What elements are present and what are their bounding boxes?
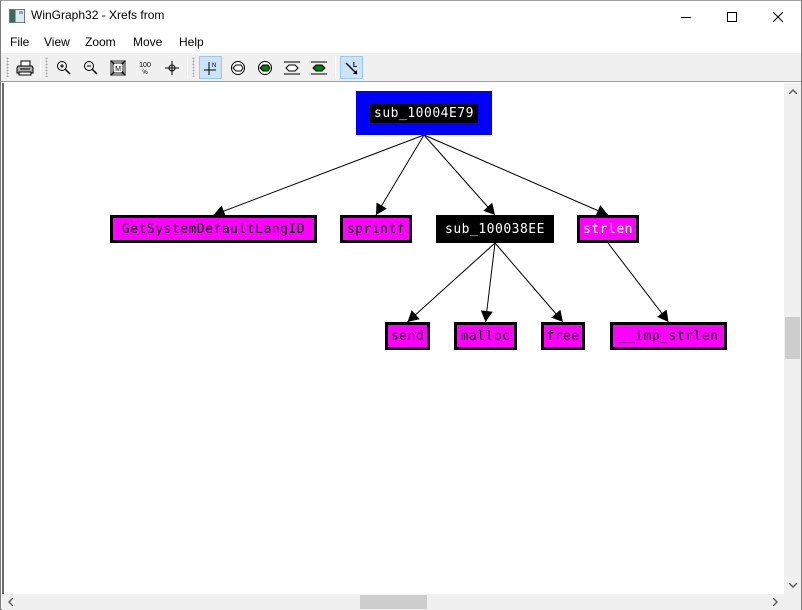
menu-help[interactable]: Help (179, 35, 204, 49)
layout-boxed-filled-button[interactable] (307, 56, 330, 79)
close-icon (773, 11, 783, 22)
toolbar-separator (335, 56, 336, 78)
graph-canvas[interactable]: sub_10004E79 GetSystemDefaultLangID spri… (2, 83, 784, 594)
minimize-button[interactable] (663, 1, 709, 32)
graph-edge-root-n2 (375, 134, 425, 216)
svg-text:L: L (352, 62, 357, 69)
vertical-scrollbar[interactable] (784, 83, 801, 594)
graph-layout-icon (230, 60, 245, 75)
zoom-100-icon: 100 % (139, 62, 151, 76)
menu-view[interactable]: View (44, 35, 70, 49)
graph-edge-arrowhead (657, 309, 669, 322)
scroll-up-button[interactable] (784, 83, 801, 100)
title-bar: WinGraph32 - Xrefs from (1, 1, 801, 32)
graph-layout-button[interactable] (226, 56, 249, 79)
menu-bar: File View Zoom Move Help (1, 32, 801, 53)
minimize-icon (681, 16, 691, 18)
center-icon (164, 60, 179, 75)
chevron-down-icon (788, 583, 797, 588)
graph-edge-arrowhead (407, 310, 420, 322)
scroll-right-button[interactable] (767, 594, 784, 610)
print-button[interactable] (13, 56, 36, 79)
center-button[interactable] (160, 56, 183, 79)
graph-edge-root-n4 (423, 134, 609, 216)
graph-layout-filled-button[interactable] (253, 56, 276, 79)
graph-node-sprintf[interactable]: sprintf (340, 215, 412, 243)
graph-edge-n4-n8 (607, 242, 669, 323)
fit-window-button[interactable]: M (106, 56, 129, 79)
svg-text:100: 100 (139, 62, 151, 69)
scroll-down-button[interactable] (784, 577, 801, 594)
graph-edge-root-n3 (423, 134, 496, 216)
horizontal-scroll-thumb[interactable] (360, 595, 427, 609)
svg-text:M: M (115, 66, 121, 73)
svg-text:%: % (142, 70, 148, 76)
scroll-left-button[interactable] (2, 594, 19, 610)
graph-edge-n3-n7 (494, 242, 564, 323)
graph-edge-arrowhead (483, 202, 495, 215)
toolbar-separator (187, 56, 188, 78)
close-button[interactable] (755, 1, 801, 32)
app-window: WinGraph32 - Xrefs from File View Zoom M… (0, 0, 802, 610)
maximize-icon (727, 11, 737, 22)
menu-zoom[interactable]: Zoom (85, 35, 116, 49)
chevron-left-icon (8, 598, 13, 606)
zoom-out-button[interactable] (79, 56, 102, 79)
zoom-in-button[interactable] (52, 56, 75, 79)
horizontal-scrollbar[interactable] (2, 594, 784, 610)
north-mode-button[interactable]: N (199, 56, 222, 79)
graph-edge-n3-n6 (485, 242, 496, 323)
fit-window-icon: M (109, 59, 126, 76)
line-mode-icon: L (344, 62, 357, 75)
graph-edge-root-n1 (213, 134, 425, 216)
window-title: WinGraph32 - Xrefs from (31, 8, 165, 22)
toolbar-grip[interactable] (192, 57, 195, 77)
vertical-scroll-thumb[interactable] (785, 317, 800, 359)
toolbar-grip[interactable] (45, 57, 48, 77)
graph-node-strlen[interactable]: strlen (577, 215, 639, 243)
layout-boxed-button[interactable] (280, 56, 303, 79)
print-icon (16, 60, 33, 75)
graph-node-sub-100038ee[interactable]: sub_100038EE (436, 215, 554, 243)
menu-move[interactable]: Move (133, 35, 162, 49)
layout-boxed-icon (283, 61, 300, 74)
chevron-up-icon (788, 89, 797, 94)
app-icon (9, 9, 25, 23)
graph-edge-arrowhead (376, 202, 387, 215)
graph-edge-n3-n5 (407, 242, 496, 323)
graph-layout-filled-icon (257, 60, 272, 75)
toolbar-separator (40, 56, 41, 78)
graph-node-getsystemdefaultlangid[interactable]: GetSystemDefaultLangID (110, 215, 317, 243)
graph-edge-arrowhead (551, 309, 563, 322)
graph-node-root[interactable]: sub_10004E79 (356, 91, 492, 135)
graph-node-label: sub_10004E79 (370, 103, 478, 123)
graph-node-send[interactable]: send (385, 322, 430, 350)
graph-node-imp-strlen[interactable]: __imp_strlen (610, 322, 727, 350)
line-mode-button[interactable]: L (340, 56, 363, 79)
toolbar-grip[interactable] (6, 57, 9, 77)
zoom-100-button[interactable]: 100 % (133, 56, 156, 79)
chevron-right-icon (773, 598, 778, 606)
toolbar: M 100 % N L (1, 53, 801, 82)
layout-boxed-filled-icon (310, 61, 327, 74)
zoom-out-icon (83, 60, 98, 75)
graph-edge-arrowhead (480, 310, 493, 322)
graph-node-free[interactable]: free (541, 322, 585, 350)
north-mode-icon: N (203, 61, 216, 75)
maximize-button[interactable] (709, 1, 755, 32)
scrollbar-corner (784, 594, 801, 610)
graph-node-malloc[interactable]: malloc (454, 322, 517, 350)
zoom-in-icon (56, 60, 71, 75)
svg-text:N: N (211, 63, 215, 69)
menu-file[interactable]: File (10, 35, 29, 49)
